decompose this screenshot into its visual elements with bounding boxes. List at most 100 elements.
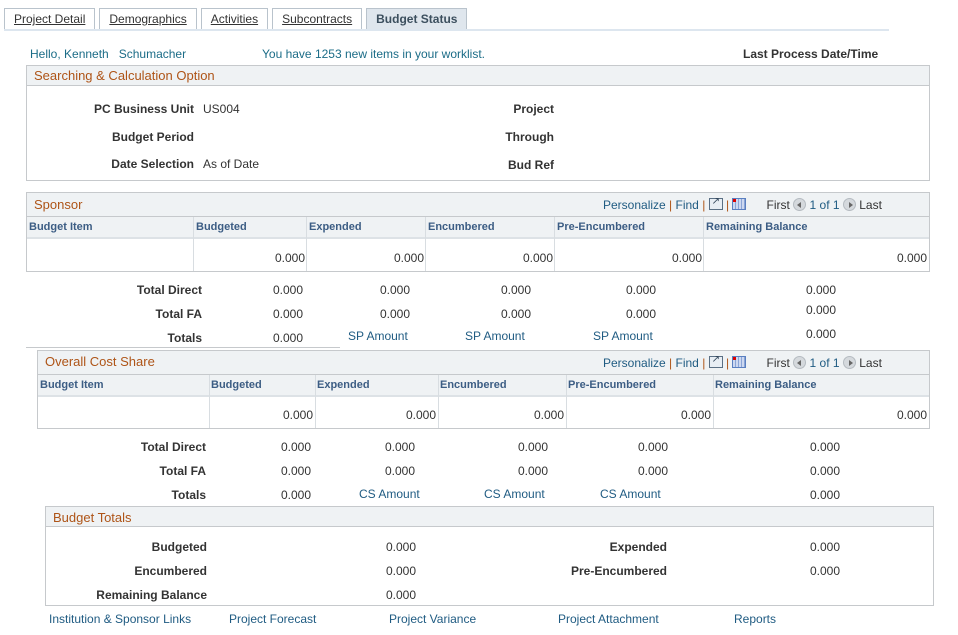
budget-totals-title: Budget Totals [53,510,132,525]
project-forecast-link[interactable]: Project Forecast [229,612,316,626]
date-selection-value: As of Date [203,157,260,171]
row-expended: 0.000 [393,251,424,265]
col-pre-encumbered[interactable]: Pre-Encumbered [568,379,656,391]
sp-amount-link-pre-encumbered[interactable]: SP Amount [593,329,653,343]
previous-icon[interactable] [793,356,807,369]
total-fa-expended: 0.000 [384,464,415,478]
col-remaining-balance[interactable]: Remaining Balance [715,379,816,391]
row-remaining-balance: 0.000 [896,408,927,422]
last-process-label: Last Process Date/Time [743,47,879,61]
cost-share-grid: Overall Cost Share Personalize | Find | … [37,350,930,429]
col-pre-encumbered[interactable]: Pre-Encumbered [557,221,645,233]
row-budgeted: 0.000 [282,408,313,422]
personalize-link[interactable]: Personalize [603,198,666,212]
total-fa-budgeted: 0.000 [272,307,303,321]
next-icon[interactable] [842,356,856,369]
sponsor-grid-nav: Personalize | Find | | First 1 of 1 Last [603,196,882,212]
total-direct-pre-encumbered: 0.000 [625,283,656,297]
sponsor-grid: Sponsor Personalize | Find | | First 1 o… [26,192,930,272]
cs-amount-link-expended[interactable]: CS Amount [359,487,420,501]
view-all-icon[interactable] [708,354,723,368]
download-grid-icon[interactable] [732,198,747,210]
col-budgeted[interactable]: Budgeted [211,379,262,391]
tab-subcontracts[interactable]: Subcontracts [272,8,363,30]
row-remaining-balance: 0.000 [896,251,927,265]
col-budgeted[interactable]: Budgeted [196,221,247,233]
personalize-link[interactable]: Personalize [603,356,666,370]
row-budgeted: 0.000 [274,251,305,265]
col-encumbered[interactable]: Encumbered [428,221,495,233]
download-grid-icon[interactable] [732,356,747,368]
date-selection-label: Date Selection [111,157,194,171]
totals-budgeted: 0.000 [280,488,311,502]
tab-budget-status[interactable]: Budget Status [366,8,468,30]
total-direct-label: Total Direct [140,440,206,454]
bt-expended-label: Expended [609,540,667,554]
col-budget-item[interactable]: Budget Item [40,379,104,391]
cost-share-title: Overall Cost Share [45,354,155,369]
total-fa-expended: 0.000 [379,307,410,321]
bt-budgeted-label: Budgeted [151,540,207,554]
bud-ref-label: Bud Ref [508,158,554,172]
sp-amount-link-encumbered[interactable]: SP Amount [465,329,525,343]
first-label[interactable]: First [767,198,790,212]
bt-remaining-label: Remaining Balance [96,588,207,602]
total-fa-remaining: 0.000 [809,464,840,478]
total-direct-expended: 0.000 [384,440,415,454]
tab-bar: Project Detail Demographics Activities S… [4,8,471,30]
total-direct-encumbered: 0.000 [500,283,531,297]
totals-remaining: 0.000 [809,488,840,502]
total-direct-remaining: 0.000 [809,440,840,454]
find-link[interactable]: Find [676,198,699,212]
project-variance-link[interactable]: Project Variance [389,612,476,626]
totals-remaining: 0.000 [805,327,836,341]
through-label: Through [505,130,554,144]
total-fa-pre-encumbered: 0.000 [637,464,668,478]
first-label[interactable]: First [767,356,790,370]
bt-budgeted-value: 0.000 [385,540,416,554]
reports-link[interactable]: Reports [734,612,776,626]
cs-amount-link-pre-encumbered[interactable]: CS Amount [600,487,661,501]
institution-sponsor-links-link[interactable]: Institution & Sponsor Links [49,612,191,626]
total-direct-encumbered: 0.000 [517,440,548,454]
find-link[interactable]: Find [676,356,699,370]
totals-budgeted: 0.000 [272,331,303,345]
col-expended[interactable]: Expended [317,379,370,391]
previous-icon[interactable] [793,198,807,211]
bt-encumbered-value: 0.000 [385,564,416,578]
total-fa-budgeted: 0.000 [280,464,311,478]
view-all-icon[interactable] [708,196,723,210]
total-direct-label: Total Direct [136,283,202,297]
tab-demographics[interactable]: Demographics [99,8,197,30]
col-expended[interactable]: Expended [309,221,362,233]
worklist-link[interactable]: You have 1253 new items in your worklist… [262,47,485,61]
total-direct-budgeted: 0.000 [272,283,303,297]
bt-pre-encumbered-value: 0.000 [809,564,840,578]
total-fa-encumbered: 0.000 [517,464,548,478]
last-label[interactable]: Last [859,356,882,370]
last-label[interactable]: Last [859,198,882,212]
project-attachment-link[interactable]: Project Attachment [558,612,659,626]
cs-amount-link-encumbered[interactable]: CS Amount [484,487,545,501]
cost-share-grid-nav: Personalize | Find | | First 1 of 1 Last [603,354,882,370]
tab-project-detail[interactable]: Project Detail [4,8,96,30]
tab-activities[interactable]: Activities [200,8,269,30]
col-remaining-balance[interactable]: Remaining Balance [706,221,807,233]
next-icon[interactable] [842,198,856,211]
tab-underline [4,29,889,31]
sponsor-grid-header: Budget Item Budgeted Expended Encumbered… [27,217,929,239]
project-label: Project [513,102,554,116]
total-direct-remaining: 0.000 [805,283,836,297]
total-direct-pre-encumbered: 0.000 [637,440,668,454]
sp-amount-link-expended[interactable]: SP Amount [348,329,408,343]
sponsor-title: Sponsor [34,197,83,212]
col-encumbered[interactable]: Encumbered [440,379,507,391]
col-budget-item[interactable]: Budget Item [29,221,93,233]
row-count: 1 of 1 [809,198,840,212]
pc-business-unit-value: US004 [203,102,240,116]
bt-pre-encumbered-label: Pre-Encumbered [570,564,667,578]
budget-period-label: Budget Period [111,130,194,144]
bt-encumbered-label: Encumbered [134,564,207,578]
row-pre-encumbered: 0.000 [671,251,702,265]
totals-label: Totals [171,488,206,502]
